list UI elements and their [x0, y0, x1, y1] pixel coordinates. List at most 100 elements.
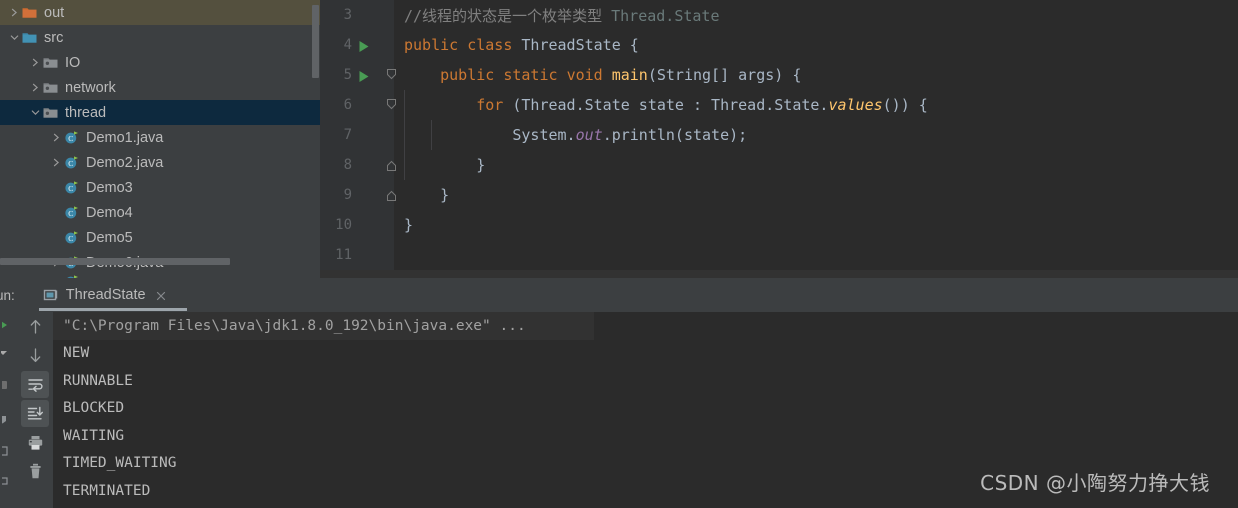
console-line: NEW: [63, 345, 90, 362]
run-outer-toolbar[interactable]: [0, 312, 17, 508]
tree-item-label: Demo3: [86, 179, 133, 196]
line-number: 5: [343, 67, 352, 83]
editor-gutter[interactable]: 4: [320, 30, 394, 60]
layout-icon[interactable]: [0, 436, 17, 466]
tree-item-io[interactable]: IO: [0, 50, 320, 75]
editor-gutter[interactable]: 11: [320, 240, 394, 270]
scrollbar-thumb[interactable]: [312, 5, 319, 78]
code-text: }: [394, 186, 449, 204]
code-comment: //线程的状态是一个枚举类型: [404, 6, 603, 25]
console-line: WAITING: [63, 427, 125, 444]
chevron-right-icon[interactable]: [50, 125, 63, 150]
print-icon[interactable]: [18, 428, 52, 457]
tree-item-src[interactable]: src: [0, 25, 320, 50]
editor-gutter[interactable]: 7: [320, 120, 394, 150]
code-expression: System.: [512, 126, 576, 144]
run-method-icon[interactable]: [358, 69, 370, 82]
code-text: public static void main(String[] args) {: [394, 66, 801, 84]
tree-item-label: network: [65, 79, 116, 96]
chevron-down-icon[interactable]: [29, 100, 42, 125]
close-icon[interactable]: [155, 289, 167, 301]
chevron-right-icon[interactable]: [29, 50, 42, 75]
tree-item-demo1[interactable]: C Demo1.java: [0, 125, 320, 150]
indent-guide: [404, 90, 405, 120]
tree-item-network[interactable]: network: [0, 75, 320, 100]
editor-gutter[interactable]: 8: [320, 150, 397, 180]
chevron-right-icon[interactable]: [8, 0, 21, 25]
editor-line[interactable]: 6 for (Thread.State state : Thread.State…: [320, 90, 1238, 120]
editor-gutter[interactable]: 9: [320, 180, 397, 210]
tree-item-label: src: [44, 29, 64, 46]
tree-item-out[interactable]: out: [0, 0, 320, 25]
stop-icon[interactable]: [0, 368, 17, 402]
trash-icon[interactable]: [18, 457, 52, 486]
code-text: }: [394, 156, 485, 174]
tree-vertical-scrollbar[interactable]: [311, 0, 320, 278]
code-text: }: [394, 216, 413, 234]
run-class-icon[interactable]: [358, 39, 370, 52]
editor-gutter[interactable]: 10: [320, 210, 394, 240]
java-class-icon: C: [63, 125, 80, 150]
tree-item-thread[interactable]: thread: [0, 100, 320, 125]
idea-window: out src IO network thread C Demo1.java C…: [0, 0, 1238, 508]
line-number: 6: [343, 97, 352, 113]
run-header: un: ThreadState: [0, 278, 1238, 312]
java-class-icon: C: [63, 175, 80, 200]
tree-item-demo2[interactable]: C Demo2.java: [0, 150, 320, 175]
editor-gutter[interactable]: 6: [320, 90, 397, 120]
package-icon: [42, 75, 59, 100]
watermark: CSDN @小陶努力挣大钱: [980, 471, 1210, 495]
code-keyword: public: [440, 66, 495, 84]
editor-line[interactable]: 9 }: [320, 180, 1238, 210]
up-arrow-icon[interactable]: [18, 312, 52, 341]
down-arrow-icon[interactable]: [18, 341, 52, 370]
fold-end-icon[interactable]: [386, 188, 397, 202]
editor-line[interactable]: 7 System.out.println(state);: [320, 120, 1238, 150]
fold-start-icon[interactable]: [386, 68, 397, 82]
editor-line[interactable]: 4 public class ThreadState {: [320, 30, 1238, 60]
editor-line[interactable]: 11: [320, 240, 1238, 270]
java-class-icon: C: [63, 225, 80, 250]
editor-line[interactable]: 3 //线程的状态是一个枚举类型 Thread.State: [320, 0, 1238, 30]
code-static-call: values: [828, 96, 883, 114]
settings-icon[interactable]: [0, 466, 17, 496]
run-tab-threadstate[interactable]: ThreadState: [35, 278, 187, 312]
active-tab-underline: [38, 308, 187, 311]
editor-line[interactable]: 10 }: [320, 210, 1238, 240]
java-class-icon: C: [63, 150, 80, 175]
run-tool-window: un: ThreadState: [0, 278, 1238, 508]
scroll-to-end-icon[interactable]: [18, 399, 52, 428]
tree-item-demo4[interactable]: C Demo4: [0, 200, 320, 225]
editor-line[interactable]: 5 public static void main(String[] args)…: [320, 60, 1238, 90]
tree-horizontal-scrollbar[interactable]: [0, 257, 320, 266]
chevron-right-icon[interactable]: [29, 75, 42, 100]
tree-item-demo5[interactable]: C Demo5: [0, 225, 320, 250]
editor-gutter[interactable]: 5: [320, 60, 397, 90]
console-line: "C:\Program Files\Java\jdk1.8.0_192\bin\…: [53, 312, 594, 340]
code-expression-tail: .println(state);: [602, 126, 748, 144]
tree-item-demo3[interactable]: C Demo3: [0, 175, 320, 200]
console-toolbar[interactable]: [18, 312, 52, 508]
pin-icon[interactable]: [0, 402, 17, 436]
scrollbar-thumb[interactable]: [0, 258, 230, 265]
chevron-right-icon[interactable]: [50, 150, 63, 175]
fold-end-icon[interactable]: [386, 158, 397, 172]
chevron-down-icon[interactable]: [0, 338, 17, 368]
code-comment-trailing: Thread.State: [611, 6, 720, 25]
code-brace: }: [404, 216, 414, 234]
code-method-name: main: [611, 66, 648, 84]
code-keyword: void: [566, 66, 603, 84]
fold-start-icon[interactable]: [386, 98, 397, 112]
package-icon: [42, 100, 59, 125]
code-text: for (Thread.State state : Thread.State.v…: [394, 96, 928, 114]
console-line: BLOCKED: [63, 400, 125, 417]
code-editor[interactable]: 3 //线程的状态是一个枚举类型 Thread.State 4 public c…: [320, 0, 1238, 300]
editor-line[interactable]: 8 }: [320, 150, 1238, 180]
rerun-icon[interactable]: [0, 312, 17, 338]
soft-wrap-icon[interactable]: [18, 370, 52, 399]
chevron-down-icon[interactable]: [8, 25, 21, 50]
run-tab-label: ThreadState: [65, 287, 146, 303]
code-text: public class ThreadState {: [394, 36, 639, 54]
editor-gutter[interactable]: 3: [320, 0, 394, 30]
tree-item-label: Demo2.java: [86, 154, 164, 171]
